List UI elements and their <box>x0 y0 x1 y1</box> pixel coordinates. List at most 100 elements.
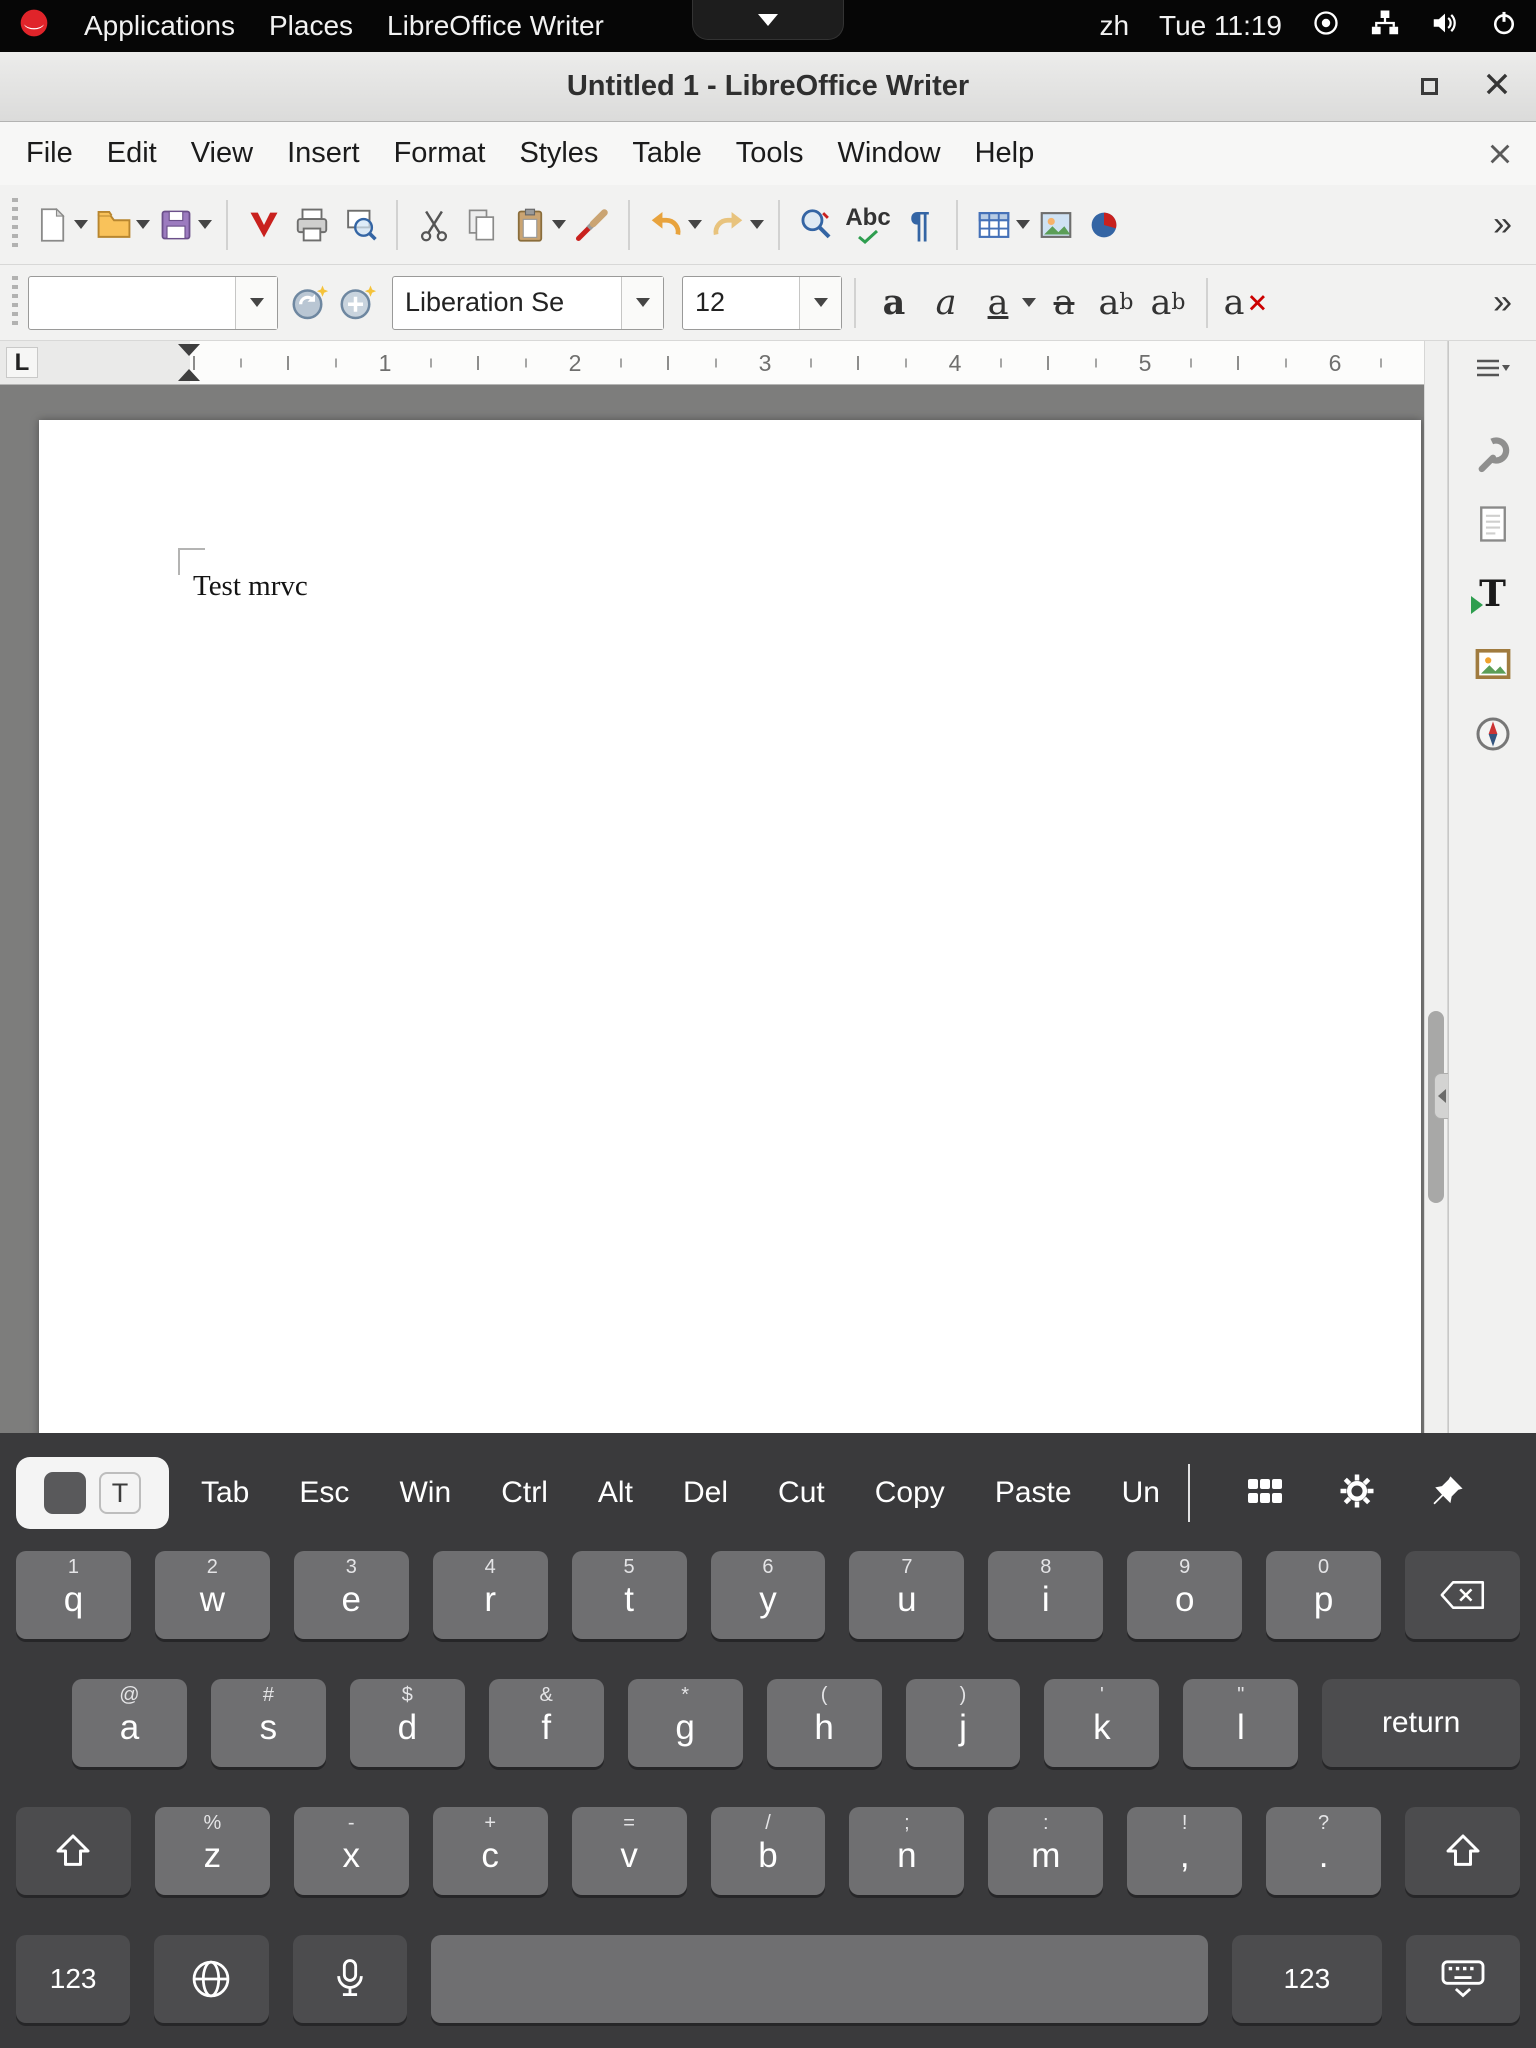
redo-button[interactable] <box>704 196 752 254</box>
letter-key[interactable]: = v <box>572 1807 687 1895</box>
cut-button[interactable] <box>410 196 458 254</box>
print-preview-button[interactable] <box>336 196 384 254</box>
letter-key[interactable]: + c <box>433 1807 548 1895</box>
letter-key[interactable]: 6 y <box>711 1551 826 1639</box>
paste-dropdown[interactable] <box>550 196 568 254</box>
shift-key[interactable] <box>1405 1807 1520 1895</box>
letter-key[interactable]: 5 t <box>572 1551 687 1639</box>
letter-key[interactable]: ? . <box>1266 1807 1381 1895</box>
letter-key[interactable]: 0 p <box>1266 1551 1381 1639</box>
letter-key[interactable]: 3 e <box>294 1551 409 1639</box>
space-key[interactable] <box>431 1935 1208 2023</box>
toolbar-overflow-button[interactable]: » <box>1479 205 1526 244</box>
menu-item[interactable]: Edit <box>107 137 157 170</box>
keyboard-mode-toggle[interactable]: T <box>16 1457 169 1529</box>
shortcut-key[interactable]: Del <box>683 1476 728 1510</box>
letter-key[interactable]: @ a <box>72 1679 187 1767</box>
insert-image-button[interactable] <box>1032 196 1080 254</box>
underline-button[interactable]: a <box>972 274 1024 332</box>
pin-keyboard-icon[interactable] <box>1431 1474 1465 1513</box>
letter-key[interactable]: " l <box>1183 1679 1298 1767</box>
active-app-menu[interactable]: LibreOffice Writer <box>387 10 604 42</box>
close-document-icon[interactable] <box>1488 122 1512 185</box>
key-grid-icon[interactable] <box>1246 1476 1284 1511</box>
sidebar-gallery-button[interactable] <box>1467 638 1519 690</box>
shortcut-key[interactable]: Copy <box>875 1476 945 1510</box>
export-pdf-button[interactable] <box>240 196 288 254</box>
font-name-combobox[interactable]: Liberation Se <box>392 276 664 330</box>
subscript-button[interactable]: ab <box>1142 274 1194 332</box>
dismiss-keyboard-key[interactable] <box>1406 1935 1520 2023</box>
shortcut-key[interactable]: Tab <box>201 1476 249 1510</box>
shortcut-key[interactable]: Esc <box>299 1476 349 1510</box>
spellcheck-button[interactable]: Abc <box>840 196 896 254</box>
letter-key[interactable]: - x <box>294 1807 409 1895</box>
tab-stop-selector[interactable]: L <box>6 347 38 378</box>
maximize-button[interactable] <box>1421 78 1438 95</box>
letter-key[interactable]: * g <box>628 1679 743 1767</box>
dictation-mic-key[interactable] <box>293 1935 407 2023</box>
shortcut-key[interactable]: Ctrl <box>501 1476 548 1510</box>
menu-item[interactable]: Help <box>975 137 1035 170</box>
letter-key[interactable]: ' k <box>1044 1679 1159 1767</box>
undo-button[interactable] <box>642 196 690 254</box>
shortcut-key[interactable]: Un <box>1122 1476 1160 1510</box>
insert-table-button[interactable] <box>970 196 1018 254</box>
document-page[interactable]: Test mrvc <box>39 420 1421 1433</box>
font-size-dropdown[interactable] <box>799 277 841 329</box>
letter-key[interactable]: 2 w <box>155 1551 270 1639</box>
panel-drop-handle[interactable] <box>692 0 844 40</box>
italic-button[interactable]: a <box>920 274 972 332</box>
menu-item[interactable]: File <box>26 137 73 170</box>
shortcut-key[interactable]: Paste <box>995 1476 1072 1510</box>
power-icon[interactable] <box>1490 9 1518 44</box>
document-text[interactable]: Test mrvc <box>193 570 308 603</box>
letter-key[interactable]: & f <box>489 1679 604 1767</box>
numbers-key-right[interactable]: 123 <box>1232 1935 1382 2023</box>
places-menu[interactable]: Places <box>269 10 353 42</box>
copy-button[interactable] <box>458 196 506 254</box>
shift-key[interactable] <box>16 1807 131 1895</box>
sidebar-styles-button[interactable]: T <box>1467 568 1519 620</box>
strikethrough-button[interactable]: a <box>1038 274 1090 332</box>
update-style-button[interactable] <box>286 274 334 332</box>
clear-formatting-button[interactable]: a× <box>1220 274 1272 332</box>
shortcut-key[interactable]: Alt <box>598 1476 633 1510</box>
trackpad-mode-icon[interactable] <box>44 1472 86 1514</box>
toolbar-grip[interactable] <box>12 198 18 252</box>
letter-key[interactable]: # s <box>211 1679 326 1767</box>
applications-menu[interactable]: Applications <box>84 10 235 42</box>
document-canvas[interactable]: Test mrvc <box>0 385 1424 1433</box>
letter-key[interactable]: 7 u <box>849 1551 964 1639</box>
shortcut-key[interactable]: Win <box>399 1476 451 1510</box>
font-size-combobox[interactable]: 12 <box>682 276 842 330</box>
distro-logo-icon[interactable] <box>18 7 50 46</box>
screen-record-icon[interactable] <box>1312 9 1340 44</box>
letter-key[interactable]: / b <box>711 1807 826 1895</box>
menu-item[interactable]: Format <box>394 137 486 170</box>
new-document-button[interactable] <box>28 196 76 254</box>
new-document-dropdown[interactable] <box>72 196 90 254</box>
font-name-dropdown[interactable] <box>621 277 663 329</box>
paragraph-style-value[interactable] <box>29 277 235 329</box>
superscript-button[interactable]: ab <box>1090 274 1142 332</box>
left-indent-marker[interactable] <box>178 369 200 381</box>
insert-chart-button[interactable] <box>1080 196 1128 254</box>
text-mode-key[interactable]: T <box>99 1472 141 1514</box>
paste-button[interactable] <box>506 196 554 254</box>
first-line-indent-marker[interactable] <box>178 344 200 356</box>
sidebar-navigator-button[interactable] <box>1467 708 1519 760</box>
toolbar-overflow-button[interactable]: » <box>1479 283 1526 322</box>
bold-button[interactable]: a <box>868 274 920 332</box>
clock[interactable]: Tue 11:19 <box>1159 10 1282 42</box>
letter-key[interactable]: % z <box>155 1807 270 1895</box>
letter-key[interactable]: 1 q <box>16 1551 131 1639</box>
print-button[interactable] <box>288 196 336 254</box>
open-dropdown[interactable] <box>134 196 152 254</box>
letter-key[interactable]: $ d <box>350 1679 465 1767</box>
numbers-key[interactable]: 123 <box>16 1935 130 2023</box>
letter-key[interactable]: 8 i <box>988 1551 1103 1639</box>
toolbar-grip[interactable] <box>12 276 18 330</box>
sidebar-page-button[interactable] <box>1467 498 1519 550</box>
save-button[interactable] <box>152 196 200 254</box>
